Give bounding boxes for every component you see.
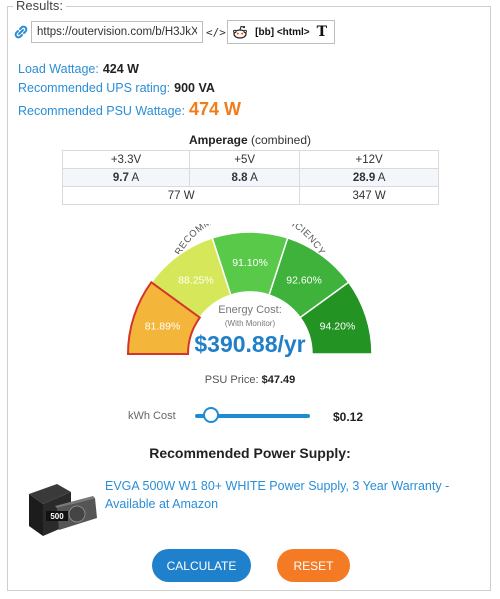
ups-rating-row: Recommended UPS rating: 900 VA [18, 81, 215, 95]
recommended-psu-link[interactable]: EVGA 500W W1 80+ WHITE Power Supply, 3 Y… [105, 478, 465, 513]
kwh-cost-label: kWh Cost [128, 410, 176, 422]
reset-button[interactable]: RESET [277, 549, 350, 582]
amperage-title: Amperage (combined) [0, 133, 500, 147]
load-wattage-label: Load Wattage: [18, 62, 99, 76]
kwh-slider-thumb[interactable] [203, 407, 220, 423]
ups-rating-label: Recommended UPS rating: [18, 81, 171, 95]
kwh-cost-value: $0.12 [333, 410, 364, 424]
rail-3v3: +3.3V [61, 150, 191, 169]
gauge-segment-label-4: 92.60% [286, 275, 322, 287]
results-label: Results: [13, 0, 66, 13]
watts-high: 347 W [299, 186, 439, 205]
amps-5v: 8.8 A [189, 168, 301, 187]
calculate-button[interactable]: CALCULATE [152, 549, 251, 582]
bbcode-share-button[interactable]: [bb] [252, 21, 276, 43]
svg-text:500: 500 [50, 512, 64, 521]
share-url-input[interactable] [31, 21, 203, 43]
psu-price-value: $47.49 [261, 374, 296, 386]
code-toggle-button[interactable]: </> [206, 26, 226, 39]
html-share-button[interactable]: <html> [277, 21, 310, 43]
amps-12v: 28.9 A [299, 168, 439, 187]
psu-wattage-row: Recommended PSU Wattage: 474 W [18, 99, 241, 120]
load-wattage-row: Load Wattage: 424 W [18, 62, 139, 76]
psu-price-label: PSU Price: [204, 374, 259, 386]
ups-rating-value: 900 VA [174, 81, 215, 95]
psu-price: PSU Price: $47.49 [0, 374, 500, 386]
reddit-share-button[interactable] [228, 21, 252, 43]
amperage-subtitle: (combined) [251, 133, 312, 147]
rail-5v: +5V [189, 150, 301, 169]
energy-cost-value: $390.88/yr [194, 331, 306, 357]
psu-product-image[interactable]: 500 [27, 478, 99, 540]
amperage-table: +3.3V +5V +12V 9.7 A 8.8 A 28.9 A 77 W 3… [61, 150, 439, 205]
psu-wattage-label: Recommended PSU Wattage: [18, 104, 185, 118]
watts-low: 77 W [61, 186, 301, 205]
amps-row: 9.7 A 8.8 A 28.9 A [61, 168, 439, 187]
share-button-group: [bb] <html> T [227, 20, 335, 44]
rail-12v: +12V [299, 150, 439, 169]
energy-cost-sub: (With Monitor) [224, 319, 276, 328]
link-icon[interactable] [14, 25, 28, 39]
load-wattage-value: 424 W [102, 62, 139, 76]
psu-wattage-value: 474 W [188, 99, 242, 119]
watts-row: 77 W 347 W [61, 186, 439, 205]
recommended-heading: Recommended Power Supply: [149, 445, 351, 461]
amperage-heading: Amperage [188, 133, 248, 147]
reddit-icon [233, 25, 248, 39]
gauge-segment-label-2: 88.25% [178, 275, 214, 287]
rail-row: +3.3V +5V +12V [61, 150, 439, 169]
gauge-segment-label-3: 91.10% [232, 257, 268, 269]
text-share-button[interactable]: T [310, 21, 334, 43]
energy-cost-label: Energy Cost: [218, 304, 282, 316]
amps-3v3: 9.7 A [61, 168, 191, 187]
